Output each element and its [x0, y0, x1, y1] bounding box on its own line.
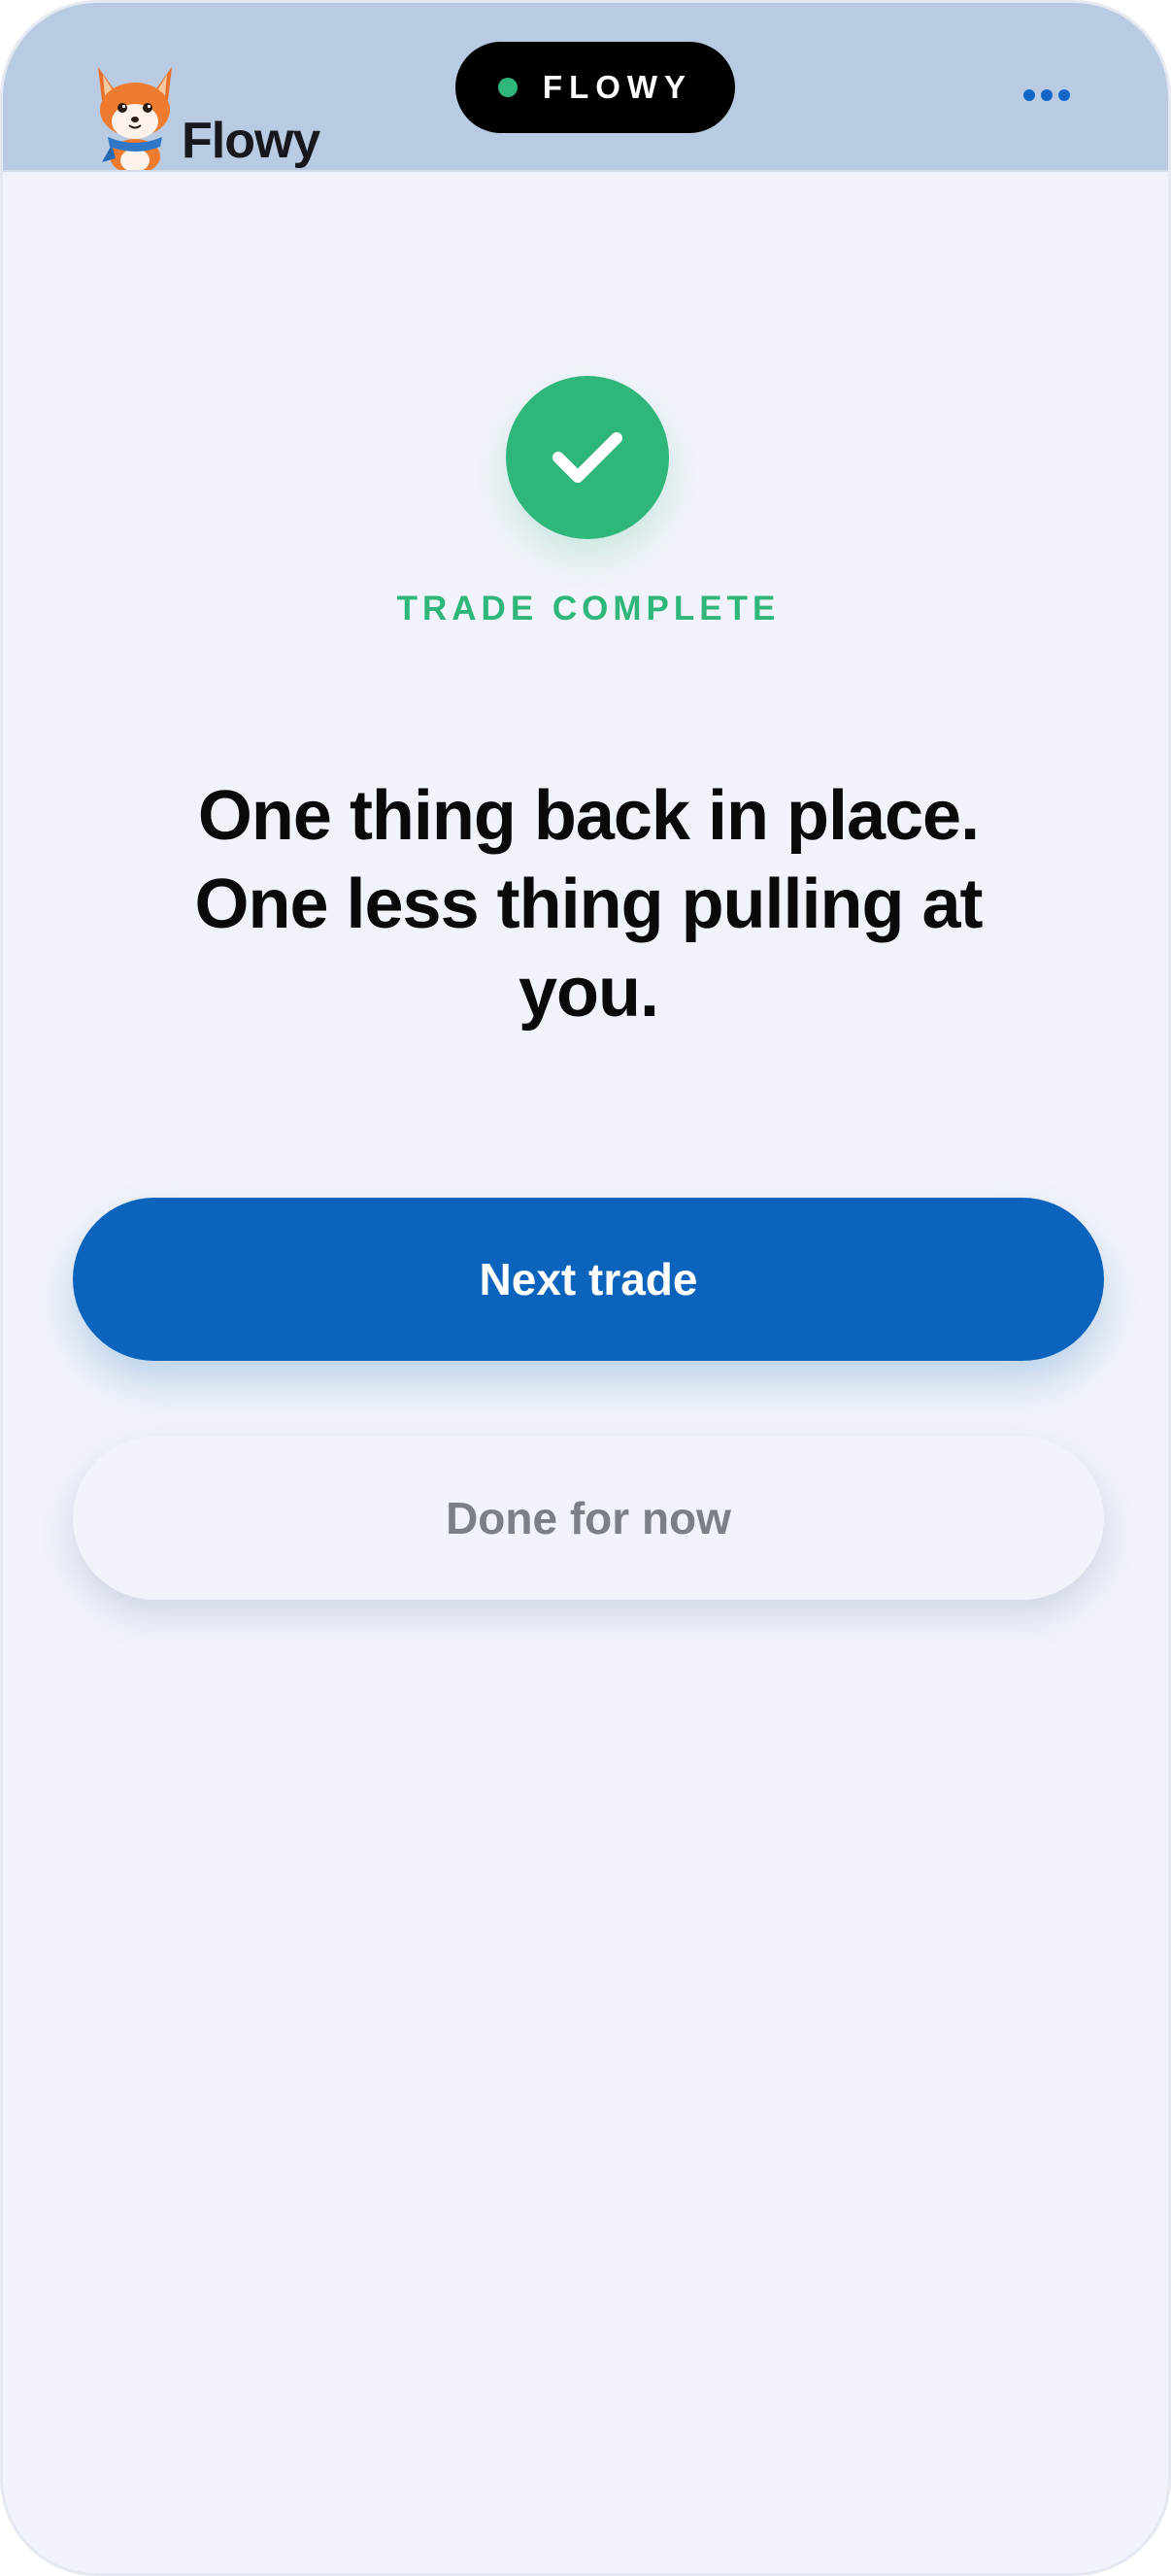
- next-trade-button[interactable]: Next trade: [73, 1198, 1104, 1361]
- status-label: FLOWY: [542, 69, 693, 105]
- more-options-button[interactable]: [1013, 71, 1081, 119]
- brand-name: Flowy: [182, 113, 320, 169]
- status-pill: FLOWY: [455, 42, 735, 133]
- success-badge: [506, 376, 669, 539]
- checkmark-icon: [552, 432, 622, 483]
- fox-mascot-icon: [98, 67, 172, 170]
- result-headline: One thing back in place. One less thing …: [194, 777, 983, 1032]
- done-for-now-button[interactable]: Done for now: [73, 1437, 1104, 1600]
- status-dot-icon: [497, 78, 518, 97]
- app-screen: Flowy FLOWY TRADE COMPLETE One thing bac…: [0, 0, 1171, 2576]
- more-horizontal-icon: [1020, 89, 1073, 101]
- status-eyebrow: TRADE COMPLETE: [396, 590, 781, 627]
- app-header: Flowy FLOWY: [3, 3, 1168, 172]
- brand[interactable]: Flowy: [88, 61, 380, 170]
